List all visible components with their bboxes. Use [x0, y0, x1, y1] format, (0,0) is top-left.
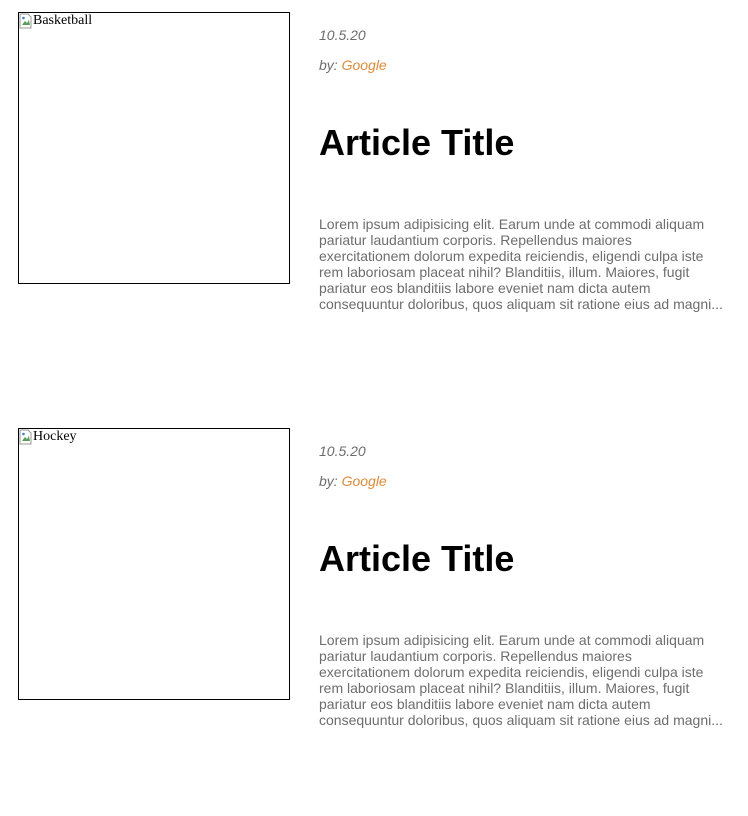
article-image[interactable]: Hockey: [18, 428, 290, 700]
article-card: Basketball 10.5.20 by: Google Article Ti…: [0, 0, 748, 400]
article-excerpt: Lorem ipsum adipisicing elit. Earum unde…: [319, 216, 723, 312]
article-title: Article Title: [319, 122, 515, 163]
image-alt-text: Basketball: [33, 13, 93, 28]
broken-image-icon: [19, 429, 33, 445]
broken-image-placeholder: Hockey: [19, 429, 77, 445]
article-byline: by: Google: [319, 472, 387, 490]
article-date: 10.5.20: [319, 443, 366, 459]
article-card: Hockey 10.5.20 by: Google Article Title …: [0, 416, 748, 816]
article-date: 10.5.20: [319, 27, 366, 43]
image-alt-text: Hockey: [33, 429, 77, 444]
byline-label: by:: [319, 57, 342, 73]
article-byline: by: Google: [319, 56, 387, 74]
byline-label: by:: [319, 473, 342, 489]
broken-image-placeholder: Basketball: [19, 13, 92, 29]
article-title: Article Title: [319, 538, 515, 579]
article-excerpt: Lorem ipsum adipisicing elit. Earum unde…: [319, 632, 723, 728]
author-link[interactable]: Google: [342, 473, 387, 489]
article-image[interactable]: Basketball: [18, 12, 290, 284]
broken-image-icon: [19, 13, 33, 29]
author-link[interactable]: Google: [342, 57, 387, 73]
